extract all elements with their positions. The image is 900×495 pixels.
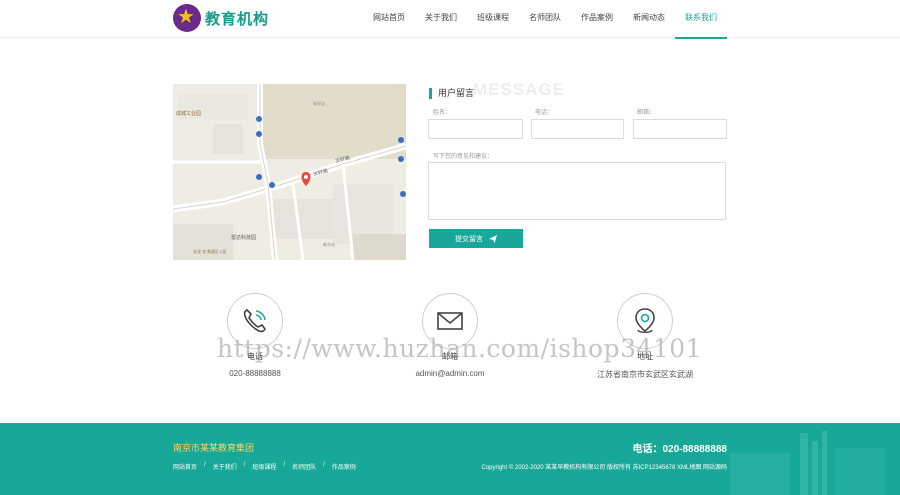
map-label-store: 安好店	[313, 101, 325, 106]
form-title-bg: MESSAGE	[473, 80, 566, 99]
logo[interactable]: ★ 教育机构	[173, 4, 269, 32]
contact-phone-value: 020-88888888	[229, 369, 281, 378]
location-map[interactable]: 成城工业园 安好店 文轩路 文轩路 雷达科技园 文化·艺术园区·C区 新车站	[173, 84, 406, 260]
map-label-station: 新车站	[323, 242, 335, 247]
nav-courses[interactable]: 班级课程	[467, 0, 519, 38]
email-label: 邮箱：	[637, 110, 656, 116]
form-header: MESSAGE 用户留言	[429, 80, 727, 104]
nav-news[interactable]: 新闻动态	[623, 0, 675, 38]
name-field[interactable]	[428, 119, 523, 139]
logo-star-icon: ★	[173, 4, 201, 32]
message-field[interactable]	[428, 162, 726, 220]
map-label-industrial-park: 成城工业园	[176, 111, 202, 117]
nav-home[interactable]: 网站首页	[363, 0, 415, 38]
map-graphic	[173, 84, 406, 260]
map-label-tech-park: 雷达科技园	[231, 235, 257, 241]
footer-link-teachers[interactable]: 名师团队	[292, 462, 316, 471]
submit-label: 提交留言	[455, 235, 483, 243]
footer-phone: 电话：020-88888888	[632, 444, 727, 455]
contact-email-value[interactable]: admin@admin.com	[380, 369, 520, 378]
footer-copyright: Copyright © 2002-2020 某某早教机构有限公司 版权所有 苏I…	[481, 465, 728, 471]
footer-links: 网站首页 / 关于我们 / 班级课程 / 名师团队 / 作品案例	[173, 462, 356, 471]
email-field[interactable]	[633, 119, 727, 139]
name-label: 姓名：	[433, 110, 452, 116]
main-nav: 网站首页 关于我们 班级课程 名师团队 作品案例 新闻动态 联系我们	[363, 0, 727, 39]
nav-contact[interactable]: 联系我们	[675, 0, 727, 39]
footer-link-works[interactable]: 作品案例	[332, 462, 356, 471]
message-label: 写下您的意见和建议：	[433, 154, 494, 160]
phone-field[interactable]	[531, 119, 624, 139]
map-label-art-zone: 文化·艺术园区·C区	[193, 249, 227, 254]
site-header: ★ 教育机构 网站首页 关于我们 班级课程 名师团队 作品案例 新闻动态 联系我…	[0, 0, 900, 39]
nav-teachers[interactable]: 名师团队	[519, 0, 571, 38]
send-icon	[489, 234, 497, 243]
contact-address-value: 江苏省南京市玄武区玄武湖	[597, 370, 693, 379]
site-footer: 南京市某某教育集团 电话：020-88888888 网站首页 / 关于我们 / 班级…	[0, 423, 900, 495]
form-title: 用户留言	[429, 88, 474, 99]
footer-link-about[interactable]: 关于我们	[213, 462, 237, 471]
footer-link-home[interactable]: 网站首页	[173, 462, 197, 471]
footer-link-courses[interactable]: 班级课程	[252, 462, 276, 471]
watermark: https://www.huzhan.com/ishop34101	[217, 334, 703, 363]
footer-decoration	[730, 431, 885, 495]
nav-works[interactable]: 作品案例	[571, 0, 623, 38]
nav-about[interactable]: 关于我们	[415, 0, 467, 38]
submit-button[interactable]: 提交留言	[429, 229, 523, 248]
phone-label: 电话：	[535, 110, 554, 116]
logo-text: 教育机构	[205, 9, 270, 28]
footer-company: 南京市某某教育集团	[173, 443, 255, 453]
